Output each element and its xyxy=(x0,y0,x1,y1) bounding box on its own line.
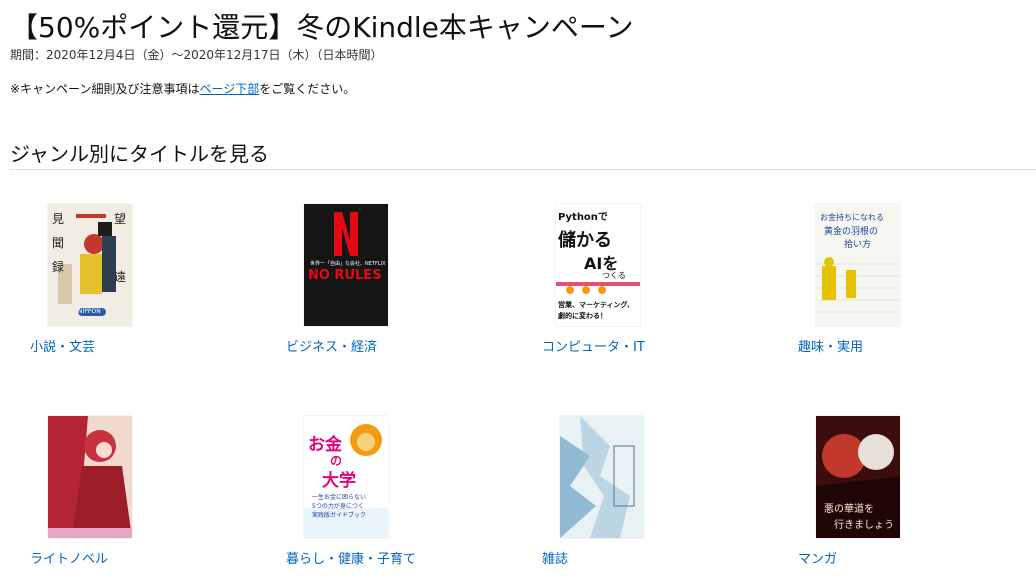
book-cover-manga[interactable]: 悪の華道を 行きましょう xyxy=(816,416,900,538)
cover-text: 劇的に変わる！ xyxy=(558,312,607,320)
cover-text: 録 xyxy=(52,260,65,274)
genre-link-business[interactable]: ビジネス・経済 xyxy=(286,336,377,355)
cover-text: 望 xyxy=(114,212,127,226)
section-divider xyxy=(10,169,1036,170)
genre-tile-manga[interactable]: 悪の華道を 行きましょう マンガ xyxy=(778,416,998,586)
genre-link-manga[interactable]: マンガ xyxy=(798,548,837,567)
cover-text: 営業、マーケティング、 xyxy=(558,301,634,309)
page-title: 【50%ポイント還元】冬のKindle本キャンペーン xyxy=(10,11,634,44)
cover-text: 一生お金に困らない xyxy=(312,494,367,501)
book-cover-computer[interactable]: Pythonで 儲かる AIを つくる 営業、マーケティング、 劇的に変わる！ xyxy=(556,204,640,326)
cover-text: 見 xyxy=(52,212,65,226)
cover-text: 実践版ガイドブック xyxy=(312,512,367,519)
genre-link-computer[interactable]: コンピュータ・IT xyxy=(542,336,645,355)
cover-text: 聞 xyxy=(52,236,65,250)
cover-text: NIPPON xyxy=(78,308,101,315)
book-cover-magazine[interactable] xyxy=(560,416,644,538)
genre-tile-computer[interactable]: Pythonで 儲かる AIを つくる 営業、マーケティング、 劇的に変わる！ … xyxy=(522,204,742,374)
genre-link-novel[interactable]: 小説・文芸 xyxy=(30,336,95,355)
cover-text: Pythonで xyxy=(558,212,608,223)
terms-link[interactable]: ページ下部 xyxy=(199,82,259,96)
cover-text: つくる xyxy=(602,271,626,280)
cover-text: お金持ちになれる xyxy=(820,213,884,222)
cover-text: 5つの力が身につく xyxy=(312,503,364,510)
cover-text: 大学 xyxy=(322,471,356,491)
genre-tile-light-novel[interactable]: ライトノベル xyxy=(10,416,230,586)
genre-section-heading: ジャンル別にタイトルを見る xyxy=(10,142,269,166)
note-prefix: ※キャンペーン細則及び注意事項は xyxy=(10,82,200,96)
cover-text: 行きましょう xyxy=(834,520,894,531)
genre-link-magazine[interactable]: 雑誌 xyxy=(542,548,568,567)
genre-tile-novel[interactable]: 見 聞 録 望 遠 NIPPON 小説・文芸 xyxy=(10,204,230,374)
cover-text: 拾い方 xyxy=(844,240,872,250)
genre-tile-lifestyle[interactable]: お金 の 大学 一生お金に困らない 5つの力が身につく 実践版ガイドブック 暮ら… xyxy=(266,416,486,586)
cover-art-light-novel xyxy=(48,416,132,538)
genre-tile-magazine[interactable]: 雑誌 xyxy=(522,416,742,586)
genre-tile-business[interactable]: 世界一「自由」な会社、NETFLIX NO RULES ビジネス・経済 xyxy=(266,204,486,374)
genre-link-lifestyle[interactable]: 暮らし・健康・子育て xyxy=(286,548,416,567)
cover-text: 儲かる xyxy=(558,230,612,251)
book-cover-business[interactable]: 世界一「自由」な会社、NETFLIX NO RULES xyxy=(304,204,388,326)
cover-text: 悪の華道を xyxy=(824,504,874,515)
genre-tile-hobby[interactable]: お金持ちになれる 黄金の羽根の 拾い方 趣味・実用 xyxy=(778,204,998,374)
cover-text: 黄金の羽根の xyxy=(824,227,879,237)
genre-link-light-novel[interactable]: ライトノベル xyxy=(30,548,108,567)
genre-link-hobby[interactable]: 趣味・実用 xyxy=(798,336,863,355)
cover-text: 遠 xyxy=(114,270,127,284)
cover-text: 世界一「自由」な会社、NETFLIX xyxy=(310,261,386,267)
note-suffix: をご覧ください。 xyxy=(259,82,356,96)
campaign-note: ※キャンペーン細則及び注意事項はページ下部をご覧ください。 xyxy=(10,80,355,97)
cover-art-magazine xyxy=(560,416,644,538)
book-cover-light-novel[interactable] xyxy=(48,416,132,538)
book-cover-lifestyle[interactable]: お金 の 大学 一生お金に困らない 5つの力が身につく 実践版ガイドブック xyxy=(304,416,388,538)
cover-text: NO RULES xyxy=(308,268,382,283)
campaign-period: 期間：2020年12月4日（金）〜2020年12月17日（木）（日本時間） xyxy=(10,48,383,62)
book-cover-hobby[interactable]: お金持ちになれる 黄金の羽根の 拾い方 xyxy=(816,204,900,326)
book-cover-novel[interactable]: 見 聞 録 望 遠 NIPPON xyxy=(48,204,132,326)
